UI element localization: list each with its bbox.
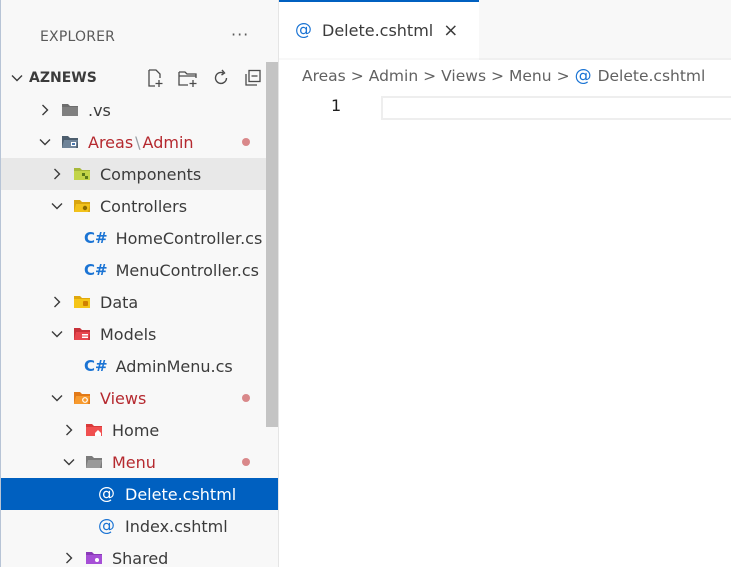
breadcrumb-item-menu[interactable]: Menu xyxy=(509,67,552,85)
file-tree: AZNEWS .vs Areas \ Admin Components Cont… xyxy=(1,62,278,567)
tree-item-shared[interactable]: Shared xyxy=(1,542,278,567)
tree-item-label: MenuController.cs xyxy=(115,260,259,280)
razor-file-icon: @ xyxy=(574,66,592,86)
more-actions-icon[interactable]: ··· xyxy=(231,25,249,44)
folder-grey-icon xyxy=(62,104,78,116)
modified-dot xyxy=(242,138,250,146)
tree-item-label: Home xyxy=(112,420,160,440)
tree-item-models[interactable]: Models xyxy=(1,318,278,350)
tab-label: Delete.cshtml xyxy=(322,20,434,40)
tree-item-views[interactable]: Views xyxy=(1,382,278,414)
breadcrumb-separator: > xyxy=(423,67,437,85)
modified-dot xyxy=(242,458,250,466)
breadcrumb-item-file[interactable]: Delete.cshtml xyxy=(598,67,706,85)
tab-delete-cshtml[interactable]: @ Delete.cshtml × xyxy=(279,0,479,58)
tree-item-menucontroller[interactable]: C# MenuController.cs xyxy=(1,254,278,286)
breadcrumb-separator: > xyxy=(491,67,505,85)
chevron-right-icon xyxy=(61,422,77,438)
tree-item-data[interactable]: Data xyxy=(1,286,278,318)
tree-item-label-admin: Admin xyxy=(142,132,194,152)
breadcrumb-separator: > xyxy=(556,67,570,85)
razor-file-icon: @ xyxy=(98,484,115,504)
tree-item-label: Components xyxy=(100,164,202,184)
explorer-title: EXPLORER xyxy=(40,29,116,45)
csharp-file-icon: C# xyxy=(84,357,108,375)
tree-item-label: Data xyxy=(100,292,139,312)
tree-item-label: Index.cshtml xyxy=(125,516,228,536)
root-folder-aznews[interactable]: AZNEWS xyxy=(1,62,278,94)
tree-item-label: Models xyxy=(100,324,157,344)
vscode-window: EXPLORER ··· AZNEWS .vs Areas \ Admin Co… xyxy=(0,0,731,567)
breadcrumb: Areas > Admin > Views > Menu > @ Delete.… xyxy=(279,60,731,92)
folder-menu-icon xyxy=(86,456,102,468)
tree-item-controllers[interactable]: Controllers xyxy=(1,190,278,222)
tree-item-label: .vs xyxy=(88,100,111,120)
new-folder-icon[interactable] xyxy=(177,68,199,88)
tree-item-index-cshtml[interactable]: @ Index.cshtml xyxy=(1,510,278,542)
tree-item-adminmenu[interactable]: C# AdminMenu.cs xyxy=(1,350,278,382)
tree-item-label: HomeController.cs xyxy=(115,228,263,248)
chevron-down-icon xyxy=(37,134,53,150)
breadcrumb-item-admin[interactable]: Admin xyxy=(369,67,418,85)
breadcrumb-item-views[interactable]: Views xyxy=(441,67,486,85)
razor-file-icon: @ xyxy=(295,20,312,40)
explorer-actions xyxy=(145,68,263,88)
chevron-right-icon xyxy=(37,102,53,118)
collapse-all-icon[interactable] xyxy=(243,68,263,88)
folder-areas-icon xyxy=(62,136,78,148)
folder-home-icon xyxy=(86,424,102,436)
tab-bar: @ Delete.cshtml × xyxy=(279,0,731,60)
tree-item-delete-cshtml[interactable]: @ Delete.cshtml xyxy=(1,478,278,510)
tree-item-home[interactable]: Home xyxy=(1,414,278,446)
breadcrumb-separator: > xyxy=(350,67,364,85)
folder-models-icon xyxy=(74,328,90,340)
tree-item-label-separator: \ xyxy=(135,132,141,152)
modified-dot xyxy=(242,394,250,402)
folder-shared-icon xyxy=(86,552,102,564)
folder-data-icon xyxy=(74,296,90,308)
code-editor-line[interactable] xyxy=(381,96,731,120)
chevron-right-icon xyxy=(49,166,65,182)
folder-controllers-icon xyxy=(74,200,90,212)
folder-views-icon xyxy=(74,392,90,404)
razor-file-icon: @ xyxy=(98,516,115,536)
explorer-header: EXPLORER ··· xyxy=(1,0,278,66)
chevron-down-icon xyxy=(49,326,65,342)
tree-item-label-areas: Areas xyxy=(88,132,134,152)
root-folder-label: AZNEWS xyxy=(29,70,97,86)
tree-item-label: Menu xyxy=(112,452,156,472)
editor-area: @ Delete.cshtml × Areas > Admin > Views … xyxy=(279,0,731,567)
tree-item-components[interactable]: Components xyxy=(1,158,278,190)
sidebar-scrollbar[interactable] xyxy=(266,62,278,427)
new-file-icon[interactable] xyxy=(145,68,165,88)
tree-item-homecontroller[interactable]: C# HomeController.cs xyxy=(1,222,278,254)
csharp-file-icon: C# xyxy=(84,229,108,247)
tree-item-label: Views xyxy=(100,388,147,408)
tree-item-areas-admin[interactable]: Areas \ Admin xyxy=(1,126,278,158)
tree-item-label: AdminMenu.cs xyxy=(115,356,233,376)
chevron-down-icon xyxy=(9,70,25,86)
tree-item-label: Delete.cshtml xyxy=(125,484,237,504)
tree-item-vs[interactable]: .vs xyxy=(1,94,278,126)
chevron-right-icon xyxy=(61,550,77,566)
chevron-right-icon xyxy=(49,294,65,310)
chevron-down-icon xyxy=(61,454,77,470)
csharp-file-icon: C# xyxy=(84,261,108,279)
tree-item-menu[interactable]: Menu xyxy=(1,446,278,478)
close-icon[interactable]: × xyxy=(443,20,458,41)
chevron-down-icon xyxy=(49,390,65,406)
breadcrumb-item-areas[interactable]: Areas xyxy=(302,67,346,85)
tree-item-label: Controllers xyxy=(100,196,188,216)
refresh-icon[interactable] xyxy=(211,68,231,88)
line-number: 1 xyxy=(331,96,342,115)
folder-components-icon xyxy=(74,168,90,180)
chevron-down-icon xyxy=(49,198,65,214)
explorer-sidebar: EXPLORER ··· AZNEWS .vs Areas \ Admin Co… xyxy=(1,0,279,567)
tree-item-label: Shared xyxy=(112,548,169,567)
